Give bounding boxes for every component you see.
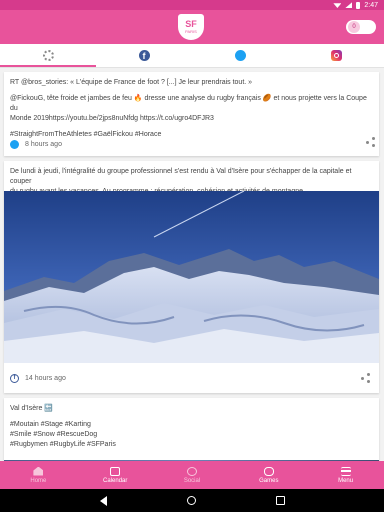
nav-social[interactable]: Social	[154, 461, 231, 489]
tab-instagram[interactable]	[288, 44, 384, 67]
facebook-icon: f	[10, 373, 19, 383]
club-logo: SF PARIS	[178, 14, 204, 40]
logo-subtext: PARIS	[185, 29, 197, 34]
nav-calendar[interactable]: Calendar	[77, 461, 154, 489]
recent-apps-icon[interactable]	[275, 496, 285, 505]
status-time: 2:47	[364, 1, 378, 9]
status-bar: 2:47	[0, 0, 384, 10]
nav-home[interactable]: Home	[0, 461, 77, 489]
post-text-line: #Moutain #Stage #Karting	[10, 421, 91, 428]
social-feed[interactable]: RT @bros_stories: « L'équipe de France d…	[0, 69, 384, 461]
feed-post-instagram[interactable]: Val d'Isère 🔙 #Moutain #Stage #Karting #…	[4, 398, 379, 461]
points-value: 0	[348, 21, 360, 33]
bottom-navigation: Home Calendar Social Games Menu	[0, 461, 384, 489]
home-icon	[33, 466, 44, 476]
menu-icon	[340, 466, 351, 476]
post-text-line: @FickouG, tête froide et jambes de feu 🔥…	[10, 95, 367, 112]
source-tabs: f	[0, 44, 384, 68]
system-navigation-bar	[0, 489, 384, 512]
post-time: 8 hours ago	[25, 140, 62, 148]
logo-text: SF	[185, 19, 197, 29]
home-circle-icon[interactable]	[186, 496, 196, 505]
feed-post-facebook[interactable]: De lundi à jeudi, l'intégralité du group…	[4, 161, 379, 393]
post-photo-mountains[interactable]	[4, 191, 379, 363]
nav-label: Home	[30, 477, 47, 484]
twitter-icon	[234, 50, 246, 61]
back-icon[interactable]	[99, 495, 107, 506]
twitter-icon	[10, 139, 19, 149]
all-sources-icon	[42, 50, 54, 61]
calendar-icon	[110, 466, 121, 476]
feed-post-twitter[interactable]: RT @bros_stories: « L'équipe de France d…	[4, 72, 379, 156]
mountain-photo	[4, 191, 379, 363]
share-icon[interactable]	[366, 137, 376, 147]
post-text-line: De lundi à jeudi, l'intégralité du group…	[10, 168, 352, 185]
nav-games[interactable]: Games	[230, 461, 307, 489]
post-time: 14 hours ago	[25, 374, 66, 382]
nav-menu[interactable]: Menu	[307, 461, 384, 489]
battery-icon	[356, 1, 361, 9]
games-icon	[263, 466, 274, 476]
tab-all[interactable]	[0, 44, 96, 67]
app-header: SF PARIS 0	[0, 10, 384, 44]
nav-label: Menu	[338, 477, 354, 484]
nav-label: Games	[259, 477, 279, 484]
share-icon[interactable]	[361, 373, 371, 383]
post-text-line: #Rugbymen #RugbyLife #SFParis	[10, 441, 116, 448]
wifi-icon	[333, 3, 342, 8]
tab-twitter[interactable]	[192, 44, 288, 67]
post-text-line: Val d'Isère 🔙	[10, 405, 53, 412]
social-icon	[186, 466, 197, 476]
instagram-icon	[330, 50, 342, 61]
nav-label: Social	[183, 477, 201, 484]
signal-icon	[345, 2, 353, 8]
facebook-icon: f	[138, 50, 150, 61]
post-text-line: #Smile #Snow #RescueDog	[10, 431, 98, 438]
post-text-line: RT @bros_stories: « L'équipe de France d…	[10, 79, 253, 86]
points-toggle[interactable]: 0	[346, 20, 376, 34]
tab-facebook[interactable]: f	[96, 44, 192, 67]
post-text-line: Monde 2019https://youtu.be/2jps8nuNfdg h…	[10, 115, 214, 122]
nav-label: Calendar	[103, 477, 128, 484]
